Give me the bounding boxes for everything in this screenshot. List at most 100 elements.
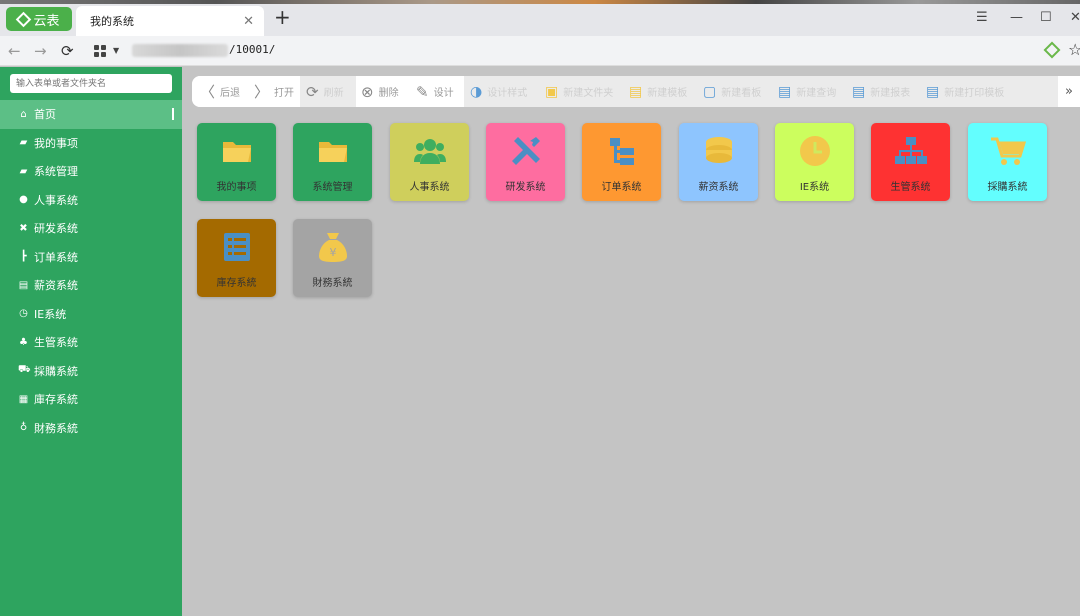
apps-grid-icon[interactable] bbox=[94, 45, 106, 57]
design-style-button[interactable]: ◑ 设计样式 bbox=[470, 76, 540, 107]
new-tab-icon[interactable]: + bbox=[274, 7, 291, 27]
bookmark-star-icon[interactable]: ☆ bbox=[1068, 40, 1080, 59]
query-icon: ▤ bbox=[778, 83, 792, 100]
back-arrow-icon[interactable]: ← bbox=[8, 42, 21, 60]
sidebar-item-rd[interactable]: ✖ 研发系统 bbox=[0, 214, 182, 243]
cart-icon bbox=[990, 135, 1026, 167]
tile-label: 订单系统 bbox=[601, 182, 642, 193]
sidebar-item-label: 財務系統 bbox=[34, 421, 78, 435]
sidebar-item-label: 系统管理 bbox=[34, 165, 78, 179]
tile-my-tasks[interactable]: 我的事项 bbox=[197, 123, 276, 201]
org-chart-icon bbox=[894, 135, 927, 167]
sidebar-item-label: 採購系統 bbox=[34, 364, 78, 378]
new-print-template-label: 新建打印模板 bbox=[944, 88, 1005, 99]
refresh-icon: ⟳ bbox=[306, 82, 319, 101]
toolbar: 〈后退 〉打开 ⟳ 刷新 ⊗ 删除 ✎ 设计 ◑ 设计样式 ▣ 新建文件夹 ▤ 新建模板 ▢… bbox=[192, 76, 1080, 107]
close-icon[interactable]: ✕ bbox=[243, 14, 254, 29]
new-folder-label: 新建文件夹 bbox=[563, 88, 614, 99]
new-template-button[interactable]: ▤ 新建模板 bbox=[629, 76, 697, 107]
tools-icon bbox=[510, 135, 542, 167]
sidebar-item-home[interactable]: ⌂ 首页 bbox=[0, 100, 182, 129]
desktop-strip bbox=[0, 0, 1080, 4]
tile-ie[interactable]: IE系统 bbox=[775, 123, 854, 201]
tile-purchasing[interactable]: 採購系統 bbox=[968, 123, 1047, 201]
design-button[interactable]: ✎ 设计 bbox=[408, 76, 464, 107]
tile-hr[interactable]: 人事系统 bbox=[390, 123, 469, 201]
sidebar-item-label: 订单系统 bbox=[34, 250, 78, 264]
menu-icon[interactable]: ☰ bbox=[976, 10, 988, 25]
tile-rd[interactable]: 研发系统 bbox=[486, 123, 565, 201]
svg-text:¥: ¥ bbox=[329, 246, 336, 259]
sidebar-item-my-tasks[interactable]: ▰ 我的事项 bbox=[0, 129, 182, 158]
search-input[interactable] bbox=[10, 74, 172, 93]
org-chart-icon: ♣ bbox=[19, 336, 28, 348]
refresh-button[interactable]: ⟳ 刷新 bbox=[306, 76, 354, 107]
new-query-label: 新建查询 bbox=[796, 88, 837, 99]
sidebar: ⌂首页 ▰我的事项 ▰系统管理 ●人事系统 ✖研发系统 ┣订单系统 ▤薪资系统 … bbox=[0, 67, 182, 616]
more-chevron-icon[interactable]: » bbox=[1058, 76, 1080, 107]
open-button[interactable]: 〉打开 bbox=[244, 76, 300, 107]
new-file-icon: ▤ bbox=[629, 83, 643, 100]
cart-icon: ⛟ bbox=[18, 364, 31, 376]
tile-system-admin[interactable]: 系统管理 bbox=[293, 123, 372, 201]
sidebar-item-hr[interactable]: ● 人事系统 bbox=[0, 186, 182, 215]
tile-label: 採購系統 bbox=[987, 182, 1028, 193]
design-label: 设计 bbox=[433, 88, 454, 99]
app-button-label: 云表 bbox=[33, 13, 60, 29]
close-circle-icon: ⊗ bbox=[361, 82, 374, 101]
new-folder-button[interactable]: ▣ 新建文件夹 bbox=[545, 76, 625, 107]
tile-finance[interactable]: ¥ 財務系統 bbox=[293, 219, 372, 297]
report-icon: ▤ bbox=[852, 83, 866, 100]
tile-label: 庫存系統 bbox=[216, 278, 257, 289]
tile-label: 研发系统 bbox=[505, 182, 546, 193]
sidebar-item-ie[interactable]: ◷ IE系统 bbox=[0, 300, 182, 329]
sidebar-item-payroll[interactable]: ▤ 薪资系统 bbox=[0, 271, 182, 300]
coins-icon: ▤ bbox=[18, 279, 29, 291]
money-bag-icon: ♁ bbox=[19, 422, 28, 434]
sidebar-item-system-admin[interactable]: ▰ 系统管理 bbox=[0, 157, 182, 186]
refresh-label: 刷新 bbox=[323, 88, 344, 99]
new-template-label: 新建模板 bbox=[647, 88, 688, 99]
tile-payroll[interactable]: 薪资系统 bbox=[679, 123, 758, 201]
delete-button[interactable]: ⊗ 删除 bbox=[356, 76, 408, 107]
forward-arrow-icon[interactable]: → bbox=[34, 42, 47, 60]
tile-label: 生管系统 bbox=[890, 182, 931, 193]
tile-label: IE系统 bbox=[799, 182, 830, 193]
tile-orders[interactable]: 订单系统 bbox=[582, 123, 661, 201]
tile-production[interactable]: 生管系统 bbox=[871, 123, 950, 201]
folder-icon bbox=[318, 135, 348, 167]
folder-icon bbox=[222, 135, 252, 167]
new-folder-icon: ▣ bbox=[545, 83, 559, 100]
sidebar-item-orders[interactable]: ┣ 订单系统 bbox=[0, 243, 182, 272]
url-text[interactable]: /10001/ bbox=[229, 43, 275, 56]
sidebar-item-inventory[interactable]: ▦ 庫存系統 bbox=[0, 385, 182, 414]
tree-icon: ┣ bbox=[20, 251, 27, 263]
sidebar-item-purchasing[interactable]: ⛟ 採購系統 bbox=[0, 357, 182, 386]
edit-icon: ✎ bbox=[416, 82, 429, 101]
chevron-down-icon[interactable]: ▼ bbox=[113, 46, 119, 55]
app-button[interactable]: 云表 bbox=[6, 7, 72, 31]
tile-inventory[interactable]: 庫存系統 bbox=[197, 219, 276, 297]
print-template-icon: ▤ bbox=[926, 83, 940, 100]
window-close-icon[interactable]: ✕ bbox=[1070, 10, 1080, 25]
sidebar-item-finance[interactable]: ♁ 財務系統 bbox=[0, 414, 182, 443]
new-dashboard-button[interactable]: ▢ 新建看板 bbox=[703, 76, 773, 107]
list-icon: ▦ bbox=[18, 393, 29, 405]
extension-icon[interactable] bbox=[1043, 41, 1061, 59]
palette-icon: ◑ bbox=[470, 83, 483, 100]
back-button[interactable]: 〈后退 bbox=[192, 76, 244, 107]
reload-icon[interactable]: ⟳ bbox=[61, 42, 74, 60]
tree-icon bbox=[608, 135, 636, 167]
sidebar-item-label: IE系统 bbox=[34, 307, 67, 321]
new-report-label: 新建报表 bbox=[870, 88, 911, 99]
new-query-button[interactable]: ▤ 新建查询 bbox=[778, 76, 848, 107]
minimize-icon[interactable]: — bbox=[1010, 10, 1023, 25]
tile-label: 薪资系统 bbox=[698, 182, 739, 193]
browser-tab[interactable]: 我的系统 ✕ bbox=[76, 6, 264, 36]
new-report-button[interactable]: ▤ 新建报表 bbox=[852, 76, 922, 107]
url-host-blurred[interactable] bbox=[132, 44, 228, 57]
maximize-icon[interactable]: ☐ bbox=[1040, 10, 1052, 25]
new-print-template-button[interactable]: ▤ 新建打印模板 bbox=[926, 76, 1026, 107]
sidebar-item-production[interactable]: ♣ 生管系统 bbox=[0, 328, 182, 357]
sidebar-item-label: 我的事项 bbox=[34, 136, 78, 150]
